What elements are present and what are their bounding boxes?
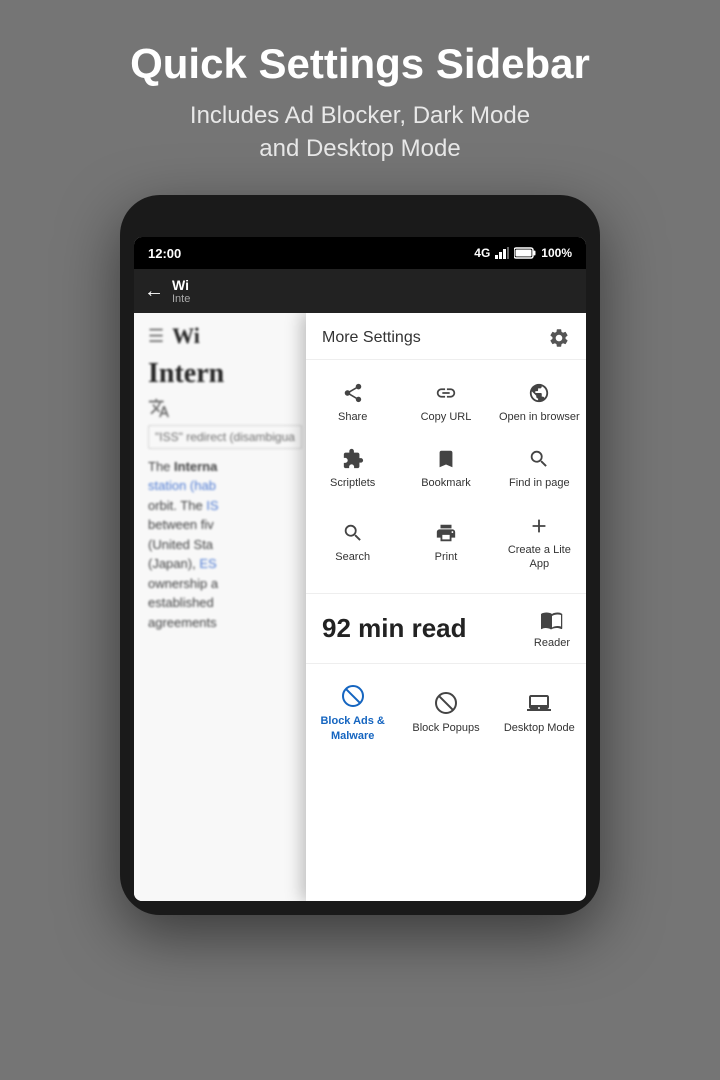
network-indicator: 4G [474, 246, 490, 260]
wiki-logo: Wi [172, 323, 200, 349]
print-menu-item[interactable]: Print [399, 503, 492, 584]
find-in-page-label: Find in page [509, 476, 570, 490]
link-icon [435, 382, 457, 404]
page-title: Quick Settings Sidebar [130, 40, 590, 88]
scriptlets-menu-item[interactable]: Scriptlets [306, 436, 399, 502]
open-browser-label: Open in browser [499, 410, 580, 424]
desktop-icon [527, 691, 551, 715]
copy-url-menu-item[interactable]: Copy URL [399, 370, 492, 436]
page-subtitle: Includes Ad Blocker, Dark Mode and Deskt… [130, 100, 590, 165]
share-icon [342, 382, 364, 404]
bookmark-menu-item[interactable]: Bookmark [399, 436, 492, 502]
open-in-browser-menu-item[interactable]: Open in browser [493, 370, 586, 436]
status-icons: 4G 100% [474, 246, 572, 260]
create-lite-app-label: Create a Lite App [499, 543, 580, 572]
print-label: Print [435, 550, 458, 564]
scriptlets-label: Scriptlets [330, 476, 375, 490]
block-ads-menu-item[interactable]: Block Ads & Malware [306, 674, 399, 753]
web-content: ☰ Wi Intern "ISS" redirect (disambigua T… [134, 313, 586, 901]
scriptlets-icon [342, 448, 364, 470]
reading-time: 92 min read [322, 613, 467, 644]
block-popups-icon [434, 691, 458, 715]
url-info: Wi Inte [172, 277, 190, 305]
reader-label: Reader [534, 637, 570, 649]
status-bar: 12:00 4G 100% [134, 237, 586, 269]
block-popups-menu-item[interactable]: Block Popups [399, 674, 492, 753]
reading-time-row: 92 min read Reader [306, 594, 586, 664]
search-label: Search [335, 550, 370, 564]
phone-screen: 12:00 4G 100% [134, 237, 586, 901]
find-in-page-menu-item[interactable]: Find in page [493, 436, 586, 502]
search-menu-item[interactable]: Search [306, 503, 399, 584]
search-icon [342, 522, 364, 544]
battery-percent: 100% [541, 246, 572, 260]
block-ads-label: Block Ads & Malware [312, 714, 393, 743]
signal-icon [495, 247, 509, 259]
menu-title: More Settings [322, 329, 421, 347]
find-icon [528, 448, 550, 470]
create-lite-app-menu-item[interactable]: Create a Lite App [493, 503, 586, 584]
menu-grid: Share Copy URL [306, 360, 586, 594]
add-icon [528, 515, 550, 537]
block-popups-label: Block Popups [412, 721, 479, 735]
open-browser-icon [528, 382, 550, 404]
phone-body: 12:00 4G 100% [120, 195, 600, 915]
page-tab-title: Wi [172, 277, 190, 293]
copy-url-label: Copy URL [421, 410, 472, 424]
context-menu: More Settings Share [306, 313, 586, 901]
desktop-mode-menu-item[interactable]: Desktop Mode [493, 674, 586, 753]
settings-gear-icon[interactable] [548, 327, 570, 349]
back-button[interactable]: ← [144, 280, 164, 303]
hamburger-icon: ☰ [148, 326, 164, 347]
reader-menu-item[interactable]: Reader [534, 608, 570, 649]
browser-bar: ← Wi Inte [134, 269, 586, 313]
print-icon [435, 522, 457, 544]
phone-mockup: 12:00 4G 100% [120, 195, 600, 915]
share-menu-item[interactable]: Share [306, 370, 399, 436]
bookmark-label: Bookmark [421, 476, 471, 490]
status-time: 12:00 [148, 246, 181, 261]
bottom-menu-grid: Block Ads & Malware Block Popups [306, 664, 586, 763]
menu-header: More Settings [306, 313, 586, 360]
bookmark-icon [435, 448, 457, 470]
block-ads-icon [341, 684, 365, 708]
page-url: Inte [172, 293, 190, 305]
redirect-note: "ISS" redirect (disambigua [148, 425, 302, 449]
battery-icon [514, 247, 536, 259]
share-label: Share [338, 410, 367, 424]
desktop-mode-label: Desktop Mode [504, 721, 575, 735]
reader-icon [540, 608, 564, 632]
